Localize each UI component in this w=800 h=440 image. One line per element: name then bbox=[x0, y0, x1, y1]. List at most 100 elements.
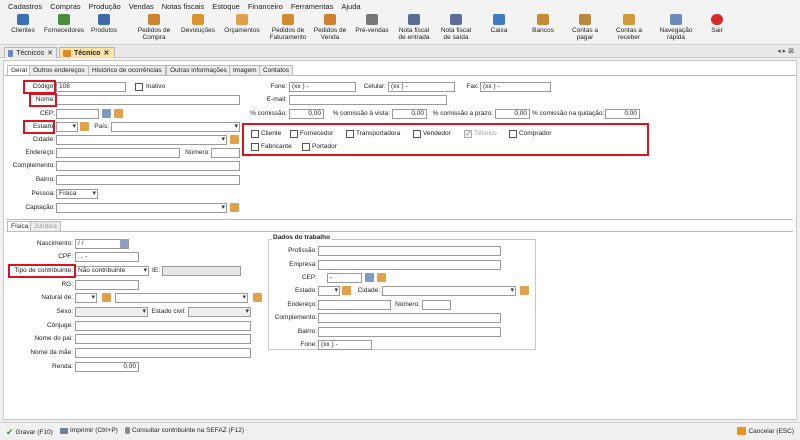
complemento-field[interactable] bbox=[56, 161, 240, 171]
comissao-field[interactable]: 0,00 bbox=[289, 109, 324, 119]
search-cep-icon[interactable] bbox=[102, 109, 111, 118]
toolbar-fornecedores-button[interactable]: Fornecedores bbox=[44, 14, 84, 34]
sexo-select[interactable] bbox=[75, 307, 148, 317]
add-natural-estado-icon[interactable] bbox=[102, 293, 111, 302]
cancelar-button[interactable]: Cancelar (ESC) bbox=[737, 427, 794, 435]
renda-field[interactable]: 0,00 bbox=[75, 362, 139, 372]
menu-notas-fiscais[interactable]: Notas fiscais bbox=[162, 2, 205, 11]
numero-field[interactable] bbox=[211, 148, 240, 158]
trabalho-cep-field[interactable]: - bbox=[327, 273, 362, 283]
gravar-button[interactable]: ✔ Gravar (F10) bbox=[6, 427, 53, 438]
toolbar-orcamentos-button[interactable]: Orçamentos bbox=[222, 14, 262, 34]
add-natural-cidade-icon[interactable] bbox=[253, 293, 262, 302]
tab-contatos[interactable]: Contatos bbox=[259, 65, 294, 75]
email-label: E-mail: bbox=[266, 96, 287, 103]
tipo-contribuinte-select[interactable]: Não contribuinte bbox=[75, 266, 149, 276]
fax-field[interactable]: (xx ) - bbox=[480, 82, 551, 92]
menu-producao[interactable]: Produção bbox=[89, 2, 121, 11]
profissao-field[interactable] bbox=[318, 246, 501, 256]
endereco-field[interactable] bbox=[56, 148, 180, 158]
nome-field[interactable] bbox=[56, 95, 240, 105]
toolbar-sair-button[interactable]: Sair bbox=[704, 14, 730, 34]
tab-outros-enderecos[interactable]: Outros endereços bbox=[29, 65, 89, 75]
menu-financeiro[interactable]: Financeiro bbox=[248, 2, 283, 11]
toolbar-label-line2: Devoluções bbox=[181, 27, 215, 34]
toolbar-nf-entrada-button[interactable]: Nota fiscal de entrada bbox=[394, 14, 434, 41]
tab-juridica[interactable]: Jurídica bbox=[30, 221, 61, 231]
trabalho-endereco-field[interactable] bbox=[318, 300, 391, 310]
calendar-icon[interactable] bbox=[120, 239, 128, 248]
menu-compras[interactable]: Compras bbox=[50, 2, 80, 11]
cep-field[interactable] bbox=[56, 109, 99, 119]
trabalho-numero-field[interactable] bbox=[422, 300, 451, 310]
consultar-sefaz-button[interactable]: Consultar contribuinte na SEFAZ (F12) bbox=[125, 427, 244, 434]
bairro-label: Bairro: bbox=[35, 176, 55, 183]
pais-select[interactable] bbox=[111, 122, 240, 132]
menu-estoque[interactable]: Estoque bbox=[212, 2, 240, 11]
rg-field[interactable] bbox=[75, 280, 139, 290]
inativo-checkbox[interactable] bbox=[135, 83, 143, 91]
tab-tecnicos[interactable]: Técnicos ✕ bbox=[4, 47, 57, 58]
toolbar-pedidos-venda-button[interactable]: Pedidos de Venda bbox=[310, 14, 350, 41]
trabalho-complemento-field[interactable] bbox=[318, 313, 501, 323]
tab-outras-informacoes[interactable]: Outras informações bbox=[166, 65, 231, 75]
cpf-field[interactable]: . . - bbox=[75, 252, 139, 262]
toolbar-clientes-button[interactable]: Clientes bbox=[6, 14, 40, 34]
nome-pai-field[interactable] bbox=[75, 334, 251, 344]
natural-estado-select[interactable] bbox=[75, 293, 97, 303]
search-cep-icon[interactable] bbox=[365, 273, 374, 282]
captacao-select[interactable] bbox=[56, 203, 227, 213]
tab-imagem[interactable]: Imagem bbox=[229, 65, 261, 75]
trabalho-cidade-select[interactable] bbox=[382, 286, 516, 296]
add-trabalho-cidade-icon[interactable] bbox=[520, 286, 529, 295]
empresa-field[interactable] bbox=[318, 260, 501, 270]
toolbar-contas-pagar-button[interactable]: Contas a pagar bbox=[566, 14, 604, 41]
toolbar-contas-receber-button[interactable]: Contas a receber bbox=[610, 14, 648, 41]
tab-historico-ocorrencias[interactable]: Histórico de ocorrências bbox=[88, 65, 166, 75]
tab-scroll-arrows-icon[interactable]: ◂ ▸ ⊠ bbox=[777, 47, 794, 55]
bairro-field[interactable] bbox=[56, 175, 240, 185]
email-field[interactable] bbox=[289, 95, 447, 105]
add-estado-icon[interactable] bbox=[80, 122, 89, 131]
celular-field[interactable]: (xx ) - bbox=[388, 82, 455, 92]
trabalho-fone-field[interactable]: (xx ) - bbox=[318, 340, 372, 350]
toolbar-produtos-button[interactable]: Produtos bbox=[88, 14, 120, 34]
add-captacao-icon[interactable] bbox=[230, 203, 239, 212]
menu-cadastros[interactable]: Cadastros bbox=[8, 2, 42, 11]
conjuge-field[interactable] bbox=[75, 321, 251, 331]
cidade-select[interactable] bbox=[56, 135, 227, 145]
toolbar-navegacao-rapida-button[interactable]: Navegação rápida bbox=[654, 14, 698, 41]
toolbar-pre-vendas-button[interactable]: Pré-vendas bbox=[352, 14, 392, 34]
menu-ajuda[interactable]: Ajuda bbox=[341, 2, 360, 11]
estado-civil-select[interactable] bbox=[188, 307, 251, 317]
comissao-quitacao-field[interactable]: 0,00 bbox=[605, 109, 640, 119]
nome-mae-field[interactable] bbox=[75, 348, 251, 358]
imprimir-button[interactable]: Imprimir (Ctrl+P) bbox=[60, 427, 118, 434]
add-trabalho-estado-icon[interactable] bbox=[342, 286, 351, 295]
toolbar-bancos-button[interactable]: Bancos bbox=[526, 14, 560, 34]
toolbar-devolucoes-button[interactable]: Devoluções bbox=[178, 14, 218, 34]
toolbar-nf-saida-button[interactable]: Nota fiscal de saída bbox=[436, 14, 476, 41]
toolbar-label-line2: Sair bbox=[711, 27, 723, 34]
close-icon[interactable]: ✕ bbox=[47, 49, 53, 57]
natural-cidade-select[interactable] bbox=[115, 293, 248, 303]
menu-ferramentas[interactable]: Ferramentas bbox=[291, 2, 334, 11]
toolbar-pedidos-compra-button[interactable]: Pedidos de Compra bbox=[134, 14, 174, 41]
close-icon[interactable]: ✕ bbox=[103, 49, 109, 57]
codigo-field[interactable]: 108 bbox=[56, 82, 126, 92]
tab-tecnico[interactable]: Técnico ✕ bbox=[59, 47, 115, 58]
pessoa-select[interactable]: Física bbox=[56, 189, 98, 199]
menu-vendas[interactable]: Vendas bbox=[129, 2, 154, 11]
toolbar-caixa-button[interactable]: Caixa bbox=[482, 14, 516, 34]
add-cidade-icon[interactable] bbox=[230, 135, 239, 144]
trabalho-bairro-field[interactable] bbox=[318, 327, 501, 337]
toolbar-pedidos-faturamento-button[interactable]: Pedidos de Faturamento bbox=[266, 14, 310, 41]
comissao-prazo-field[interactable]: 0,00 bbox=[495, 109, 530, 119]
cep-lookup-icon[interactable] bbox=[377, 273, 386, 282]
fone-field[interactable]: (xx ) - bbox=[289, 82, 356, 92]
trabalho-estado-select[interactable] bbox=[318, 286, 340, 296]
estado-select[interactable] bbox=[56, 122, 78, 132]
cep-lookup-icon[interactable] bbox=[114, 109, 123, 118]
nascimento-label: Nascimento: bbox=[36, 240, 73, 247]
comissao-vista-field[interactable]: 0,00 bbox=[392, 109, 427, 119]
